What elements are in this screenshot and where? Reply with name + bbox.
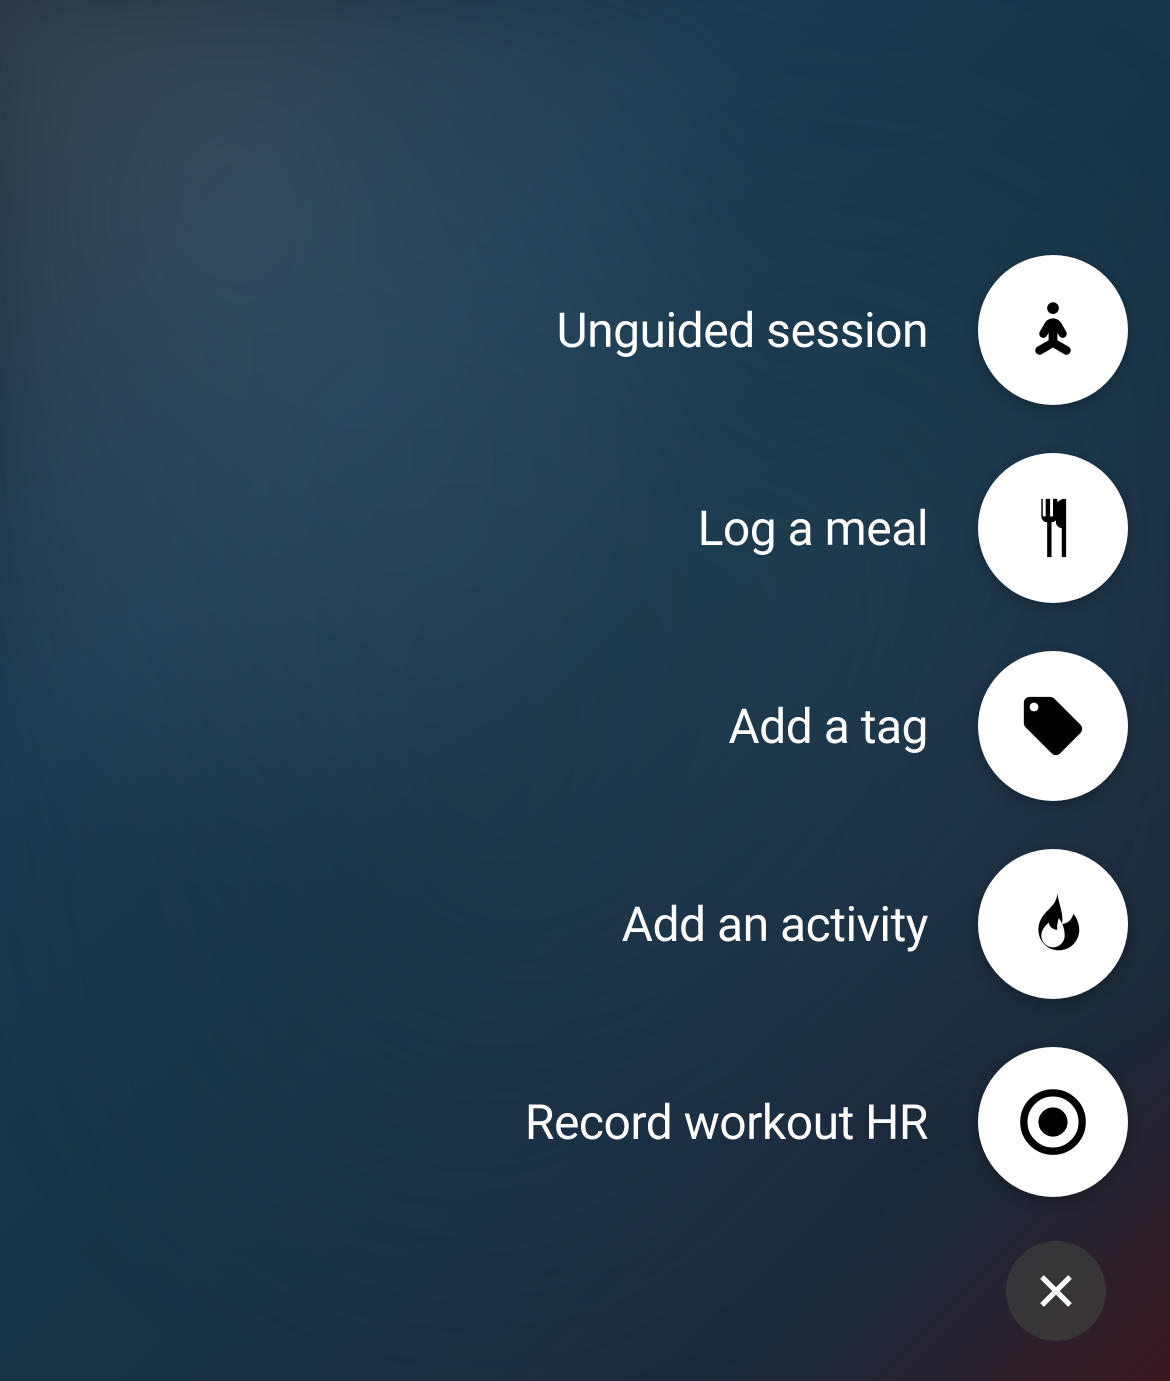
close-icon: [1035, 1270, 1077, 1312]
fab-item-add-tag[interactable]: Add a tag: [728, 651, 1128, 801]
flame-icon: [1018, 889, 1088, 959]
fab-item-record-workout[interactable]: Record workout HR: [525, 1047, 1128, 1197]
fab-button-unguided-session[interactable]: [978, 255, 1128, 405]
meditation-icon: [1018, 295, 1088, 365]
fab-close-button[interactable]: [1006, 1241, 1106, 1341]
fab-item-unguided-session[interactable]: Unguided session: [556, 255, 1128, 405]
fab-label: Unguided session: [556, 302, 928, 359]
fab-item-add-activity[interactable]: Add an activity: [622, 849, 1128, 999]
utensils-icon: [1018, 493, 1088, 563]
fab-label: Record workout HR: [525, 1094, 928, 1151]
fab-button-add-tag[interactable]: [978, 651, 1128, 801]
tag-icon: [1018, 691, 1088, 761]
record-icon: [1018, 1087, 1088, 1157]
fab-button-add-activity[interactable]: [978, 849, 1128, 999]
fab-label: Log a meal: [698, 500, 928, 557]
fab-label: Add a tag: [728, 698, 928, 755]
fab-action-menu: Unguided session Log a meal Add a tag Ad…: [525, 255, 1128, 1341]
fab-button-record-workout[interactable]: [978, 1047, 1128, 1197]
fab-label: Add an activity: [622, 896, 928, 953]
fab-button-log-meal[interactable]: [978, 453, 1128, 603]
fab-item-log-meal[interactable]: Log a meal: [698, 453, 1128, 603]
